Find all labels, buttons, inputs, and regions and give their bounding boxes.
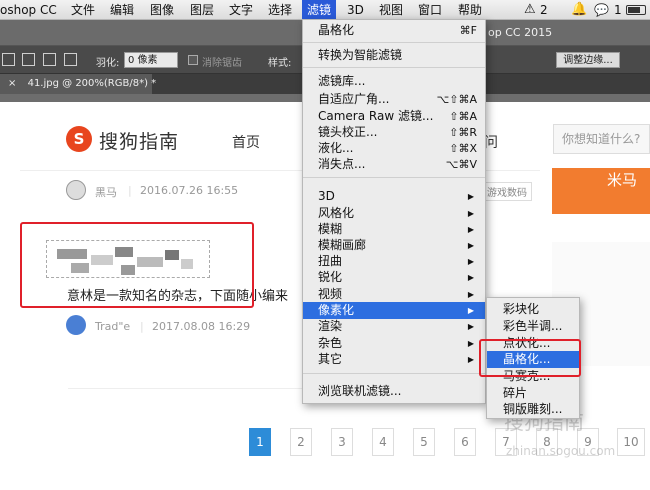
submenu-item-fragment[interactable]: 碎片	[487, 385, 579, 402]
page-button: 10	[617, 428, 645, 456]
intersect-selection-icon[interactable]	[64, 53, 77, 66]
annotation-box-2	[479, 339, 581, 377]
promo-banner: 米马	[552, 168, 650, 214]
page-button: 2	[290, 428, 312, 456]
bell-icon[interactable]: 🔔	[571, 2, 587, 18]
submenu-arrow-icon: ▶	[467, 306, 474, 315]
sogou-logo-icon: S	[66, 126, 92, 152]
category-tag: 游戏数码	[482, 182, 532, 201]
menu-item-filter-gallery[interactable]: 滤镜库...	[303, 73, 485, 90]
app-menu[interactable]: oshop CC	[0, 2, 57, 18]
nav-home: 首页	[232, 135, 260, 151]
submenu-arrow-icon: ▶	[467, 273, 474, 282]
submenu-arrow-icon: ▶	[467, 192, 474, 201]
site-search-box: 你想知道什么?	[553, 124, 650, 154]
menu-bar: oshop CC 文件 编辑 图像 图层 文字 选择 滤镜 3D 视图 窗口 帮…	[0, 0, 650, 20]
nav-question: 问	[484, 135, 498, 151]
author-name: 黑马	[95, 186, 117, 199]
menu-item-stylize[interactable]: 风格化 ▶	[303, 205, 485, 222]
menu-filter[interactable]: 滤镜	[302, 0, 337, 20]
style-label: 样式:	[268, 58, 292, 69]
submenu-arrow-icon: ▶	[467, 290, 474, 299]
menu-item-lens-correction[interactable]: 镜头校正... ⇧⌘R	[303, 124, 485, 141]
menu-layer[interactable]: 图层	[190, 2, 214, 18]
site-logo-text: 搜狗指南	[99, 131, 180, 153]
page-button: 5	[413, 428, 435, 456]
page-button: 1	[249, 428, 271, 456]
menu-window[interactable]: 窗口	[418, 2, 442, 18]
window-title: op CC 2015	[488, 26, 553, 39]
subtract-selection-icon[interactable]	[43, 53, 56, 66]
avatar	[66, 315, 86, 335]
menu-item-distort[interactable]: 扭曲 ▶	[303, 253, 485, 270]
menu-item-3d[interactable]: 3D ▶	[303, 188, 485, 205]
menu-item-noise[interactable]: 杂色 ▶	[303, 335, 485, 352]
watermark-url: zhinan.sogou.com	[506, 444, 616, 458]
menu-item-liquify[interactable]: 液化... ⇧⌘X	[303, 140, 485, 157]
page-button: 6	[454, 428, 476, 456]
feather-input[interactable]: 0 像素	[124, 52, 178, 68]
menu-item-blur-gallery[interactable]: 模糊画廊 ▶	[303, 237, 485, 254]
submenu-item-mezzotint[interactable]: 铜版雕刻...	[487, 401, 579, 418]
menu-item-video[interactable]: 视频 ▶	[303, 286, 485, 303]
warning-icon[interactable]: ⚠	[524, 2, 536, 18]
menu-item-other[interactable]: 其它 ▶	[303, 351, 485, 368]
submenu-arrow-icon: ▶	[467, 241, 474, 250]
submenu-arrow-icon: ▶	[467, 322, 474, 331]
menu-item-adaptive-wide-angle[interactable]: 自适应广角... ⌥⇧⌘A	[303, 91, 485, 108]
menu-item-pixelate[interactable]: 像素化 ▶	[303, 302, 485, 319]
status-badge-2: 1	[614, 3, 622, 17]
menu-type[interactable]: 文字	[229, 2, 253, 18]
menu-select[interactable]: 选择	[268, 2, 292, 18]
post-date: 2016.07.26 16:55	[140, 184, 239, 197]
submenu-item-color-halftone[interactable]: 彩色半调...	[487, 318, 579, 335]
menu-item-render[interactable]: 渲染 ▶	[303, 318, 485, 335]
submenu-arrow-icon: ▶	[467, 209, 474, 218]
chat-icon[interactable]: 💬	[594, 2, 609, 18]
menu-item-blur[interactable]: 模糊 ▶	[303, 221, 485, 238]
tab-close-icon[interactable]: ×	[8, 78, 16, 89]
antialias-checkbox[interactable]	[188, 55, 198, 65]
menu-help[interactable]: 帮助	[458, 2, 482, 18]
menu-item-convert-smart-filter[interactable]: 转换为智能滤镜	[303, 47, 485, 64]
menu-item-last-filter[interactable]: 晶格化 ⌘F	[303, 22, 485, 39]
page-button: 4	[372, 428, 394, 456]
submenu-item-facet[interactable]: 彩块化	[487, 301, 579, 318]
new-selection-icon[interactable]	[2, 53, 15, 66]
menu-item-camera-raw[interactable]: Camera Raw 滤镜... ⇧⌘A	[303, 108, 485, 125]
submenu-arrow-icon: ▶	[467, 339, 474, 348]
menu-view[interactable]: 视图	[379, 2, 403, 18]
menu-item-browse-online-filters[interactable]: 浏览联机滤镜...	[303, 383, 485, 400]
submenu-arrow-icon: ▶	[467, 225, 474, 234]
menu-image[interactable]: 图像	[150, 2, 174, 18]
document-tab[interactable]: × 41.jpg @ 200%(RGB/8*) *	[0, 74, 156, 94]
page-button: 3	[331, 428, 353, 456]
meta-separator: |	[128, 184, 132, 197]
document-tab-title: 41.jpg @ 200%(RGB/8*) *	[27, 78, 157, 89]
post-date: 2017.08.08 16:29	[152, 320, 251, 333]
feather-label: 羽化:	[96, 58, 120, 69]
add-selection-icon[interactable]	[22, 53, 35, 66]
menu-item-vanishing-point[interactable]: 消失点... ⌥⌘V	[303, 156, 485, 173]
submenu-arrow-icon: ▶	[467, 257, 474, 266]
author-name: Trad"e	[95, 320, 131, 333]
status-badge: 2	[540, 3, 548, 17]
menu-3d[interactable]: 3D	[347, 2, 364, 18]
filter-menu: 晶格化 ⌘F 转换为智能滤镜 滤镜库... 自适应广角... ⌥⇧⌘A Camera…	[302, 19, 486, 404]
menu-edit[interactable]: 编辑	[110, 2, 134, 18]
menu-item-sharpen[interactable]: 锐化 ▶	[303, 269, 485, 286]
avatar	[66, 180, 86, 200]
antialias-label: 消除锯齿	[202, 58, 242, 69]
meta-separator: |	[140, 320, 144, 333]
refine-edge-button[interactable]: 调整边缘...	[556, 52, 620, 68]
annotation-box-1	[20, 222, 254, 308]
menu-file[interactable]: 文件	[71, 2, 95, 18]
battery-icon	[626, 5, 646, 15]
submenu-arrow-icon: ▶	[467, 355, 474, 364]
